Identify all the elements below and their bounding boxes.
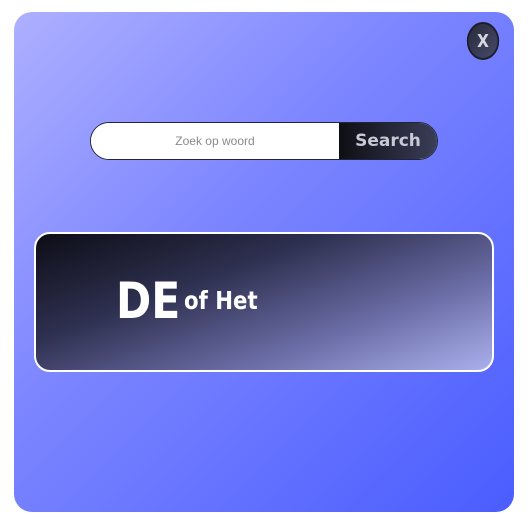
article-hint: of Het: [184, 286, 258, 315]
search-button[interactable]: Search: [339, 123, 437, 159]
article-result: DE: [116, 272, 181, 330]
close-button[interactable]: X: [466, 22, 500, 60]
dictionary-popup: X Search DE of Het: [14, 12, 514, 512]
search-bar: Search: [90, 122, 438, 160]
search-input[interactable]: [91, 123, 339, 159]
result-card: DE of Het: [34, 232, 494, 372]
